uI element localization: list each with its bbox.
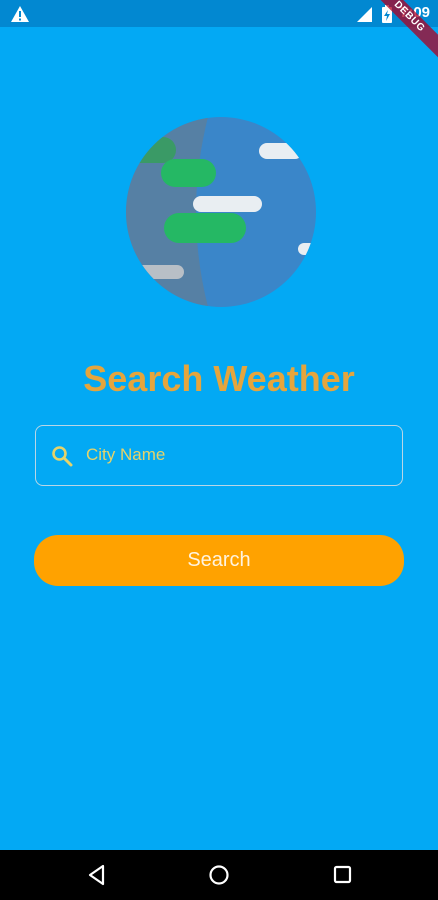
page-title: Search Weather xyxy=(83,358,355,399)
city-name-input[interactable] xyxy=(86,426,386,484)
search-button[interactable]: Search xyxy=(34,535,404,586)
recents-icon[interactable] xyxy=(331,863,355,887)
back-icon[interactable] xyxy=(85,863,109,887)
signal-icon xyxy=(357,7,372,22)
status-bar: 7:09 DEBUG xyxy=(0,0,438,62)
search-icon xyxy=(52,446,73,467)
system-nav-bar xyxy=(0,850,438,900)
warning-icon xyxy=(11,6,29,22)
globe-illustration xyxy=(126,117,316,307)
city-search-field[interactable] xyxy=(35,425,403,486)
home-icon[interactable] xyxy=(207,863,231,887)
